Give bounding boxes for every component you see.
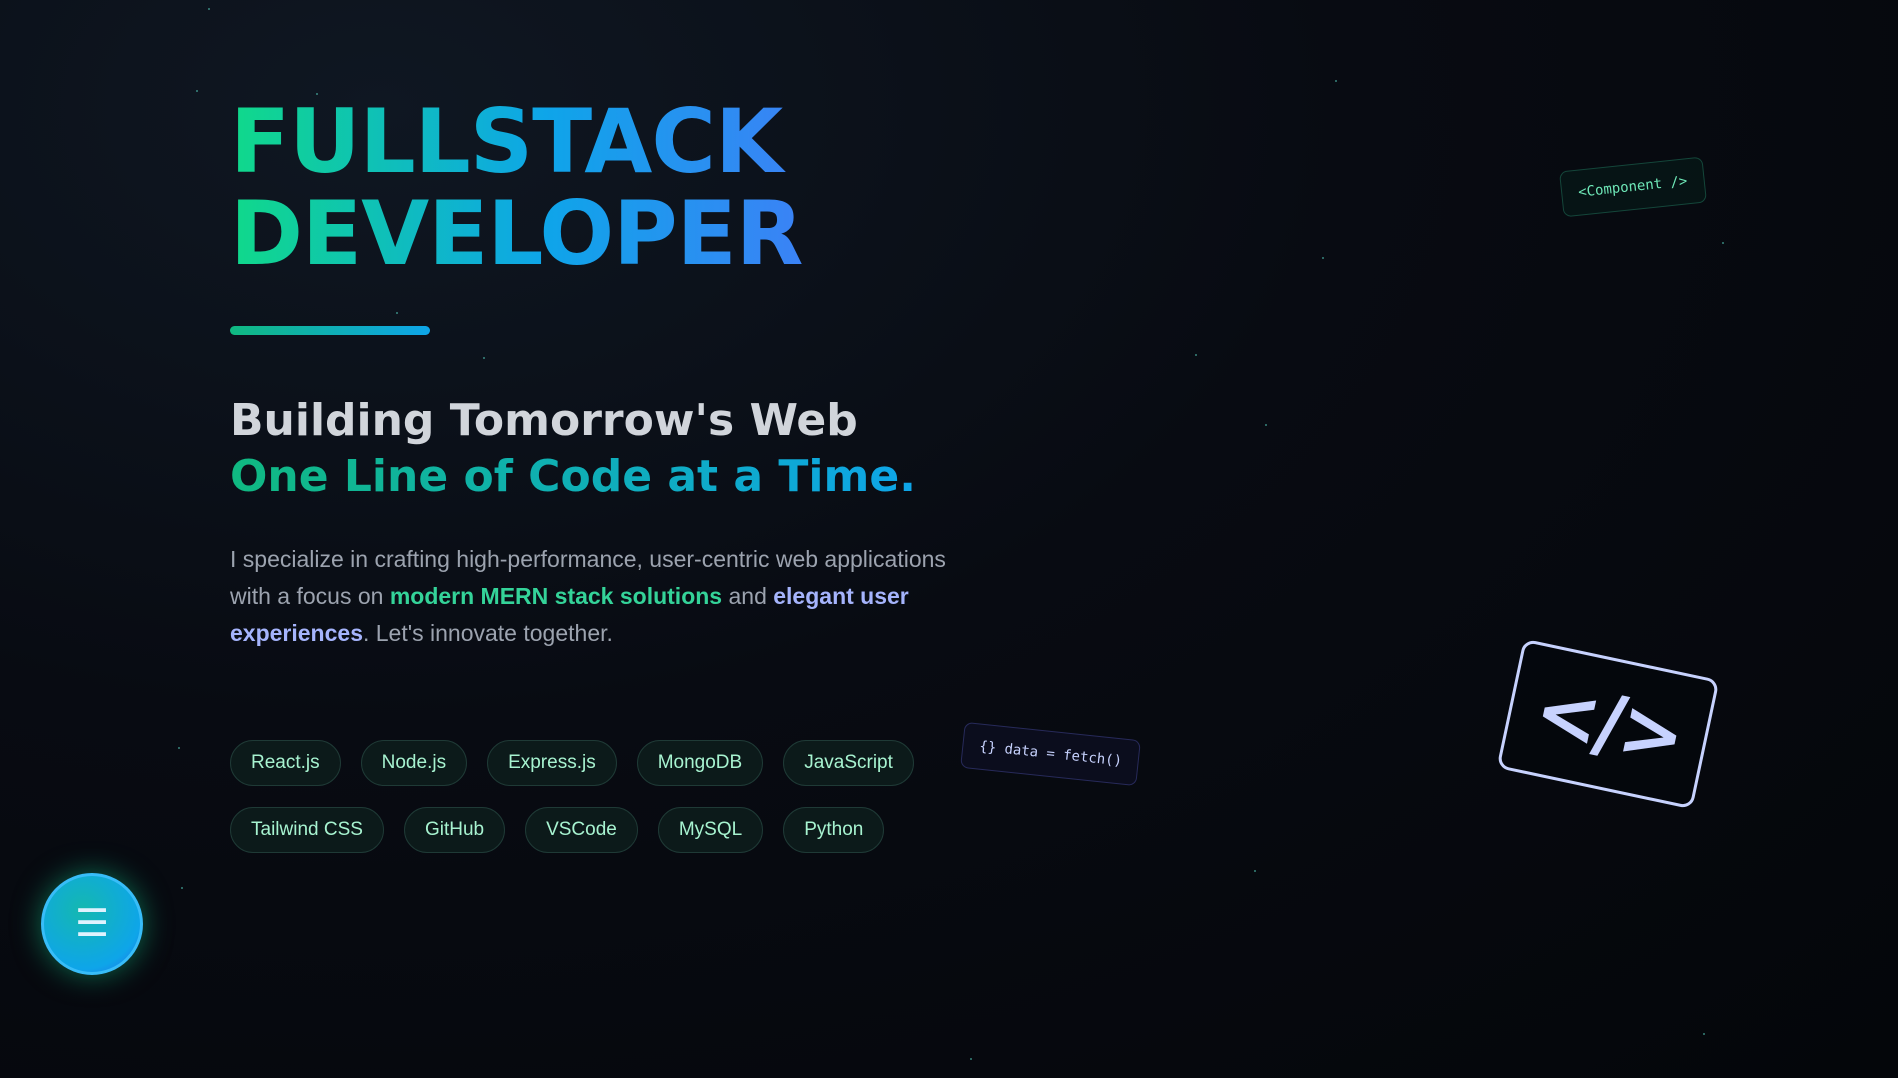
code-brackets-icon: </> bbox=[1496, 638, 1720, 810]
skill-tag-tailwind[interactable]: Tailwind CSS bbox=[230, 807, 384, 853]
skill-tag-javascript[interactable]: JavaScript bbox=[783, 740, 914, 786]
desc-text-3: . Let's innovate together. bbox=[362, 620, 613, 646]
star-decoration bbox=[970, 1058, 972, 1060]
skill-tag-express[interactable]: Express.js bbox=[487, 740, 617, 786]
skill-tags-row-1: React.js Node.js Express.js MongoDB Java… bbox=[230, 740, 990, 786]
skill-tag-mysql[interactable]: MySQL bbox=[657, 807, 764, 853]
hero-title-line1: FULLSTACK bbox=[230, 90, 783, 193]
star-decoration bbox=[1703, 1033, 1705, 1035]
hero-subtitle: Building Tomorrow's Web One Line of Code… bbox=[230, 393, 990, 505]
skill-tags-row-2: Tailwind CSS GitHub VSCode MySQL Python bbox=[230, 807, 990, 853]
hero-section: FULLSTACK DEVELOPER Building Tomorrow's … bbox=[230, 96, 990, 874]
desc-highlight-mern: modern MERN stack solutions bbox=[389, 583, 723, 609]
star-decoration bbox=[1195, 354, 1197, 356]
desc-text-2: and bbox=[722, 583, 774, 609]
star-decoration bbox=[178, 747, 180, 749]
star-decoration bbox=[181, 887, 183, 889]
star-decoration bbox=[1322, 257, 1324, 259]
hero-subtitle-line2: One Line of Code at a Time. bbox=[230, 449, 916, 505]
skill-tag-mongodb[interactable]: MongoDB bbox=[636, 740, 764, 786]
star-decoration bbox=[1265, 424, 1267, 426]
skill-tag-github[interactable]: GitHub bbox=[403, 807, 506, 853]
hero-subtitle-line1: Building Tomorrow's Web bbox=[230, 395, 858, 446]
star-decoration bbox=[208, 8, 210, 10]
skill-tags: React.js Node.js Express.js MongoDB Java… bbox=[230, 740, 990, 853]
skill-tag-python[interactable]: Python bbox=[783, 807, 885, 853]
skill-tag-vscode[interactable]: VSCode bbox=[525, 807, 638, 853]
star-decoration bbox=[196, 90, 198, 92]
hero-description: I specialize in crafting high-performanc… bbox=[230, 541, 950, 652]
hero-title-line2: DEVELOPER bbox=[230, 182, 803, 285]
skill-tag-node[interactable]: Node.js bbox=[360, 740, 468, 786]
floating-component-chip: <Component /> bbox=[1558, 156, 1707, 218]
skill-tag-react[interactable]: React.js bbox=[230, 740, 341, 786]
star-decoration bbox=[1254, 870, 1256, 872]
star-decoration bbox=[1335, 80, 1337, 82]
star-decoration bbox=[1722, 242, 1724, 244]
hero-title: FULLSTACK DEVELOPER bbox=[230, 96, 803, 280]
hamburger-menu-icon: ☰ bbox=[74, 903, 110, 945]
menu-toggle-button[interactable]: ☰ bbox=[41, 873, 143, 975]
title-accent-bar bbox=[230, 326, 430, 335]
